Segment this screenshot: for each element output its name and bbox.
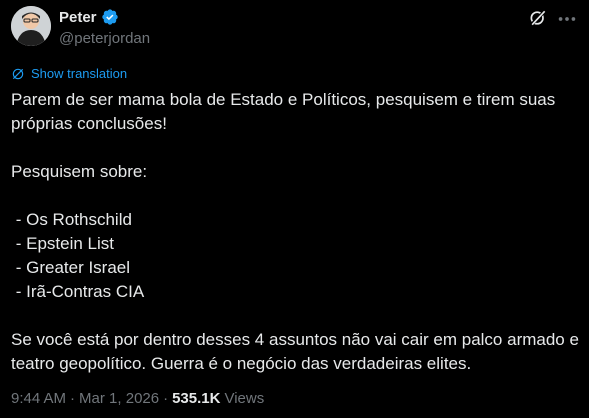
tweet-line-1: Parem de ser mama bola de Estado e Polít… xyxy=(11,90,556,133)
author-name[interactable]: Peter xyxy=(59,9,97,26)
tweet-list-item: - Os Rothschild xyxy=(11,210,132,229)
tweet-meta: 9:44 AM · Mar 1, 2026 · 535.1K Views xyxy=(11,390,264,407)
show-translation-label: Show translation xyxy=(31,66,128,81)
tweet-text: Parem de ser mama bola de Estado e Polít… xyxy=(11,88,581,376)
more-icon[interactable] xyxy=(556,8,578,30)
verified-badge-icon xyxy=(101,9,118,25)
views-label: Views xyxy=(224,390,265,407)
tweet-line-3: Se você está por dentro desses 4 assunto… xyxy=(11,330,579,373)
author-handle[interactable]: @peterjordan xyxy=(59,30,150,47)
tweet-date[interactable]: Mar 1, 2026 xyxy=(79,390,159,407)
tweet-line-2: Pesquisem sobre: xyxy=(11,162,148,181)
tweet-list-item: - Epstein List xyxy=(11,234,114,253)
meta-separator: · xyxy=(163,390,169,407)
show-translation-link[interactable]: Show translation xyxy=(11,66,127,81)
grok-icon[interactable] xyxy=(528,8,548,28)
avatar[interactable] xyxy=(11,6,51,46)
tweet-list-item: - Irã-Contras CIA xyxy=(11,282,145,301)
meta-separator: · xyxy=(70,390,76,407)
tweet-list-item: - Greater Israel xyxy=(11,258,131,277)
tweet-time[interactable]: 9:44 AM xyxy=(11,390,66,407)
translate-icon xyxy=(12,68,24,79)
views-count: 535.1K xyxy=(172,390,221,407)
author-row: Peter xyxy=(59,8,119,26)
